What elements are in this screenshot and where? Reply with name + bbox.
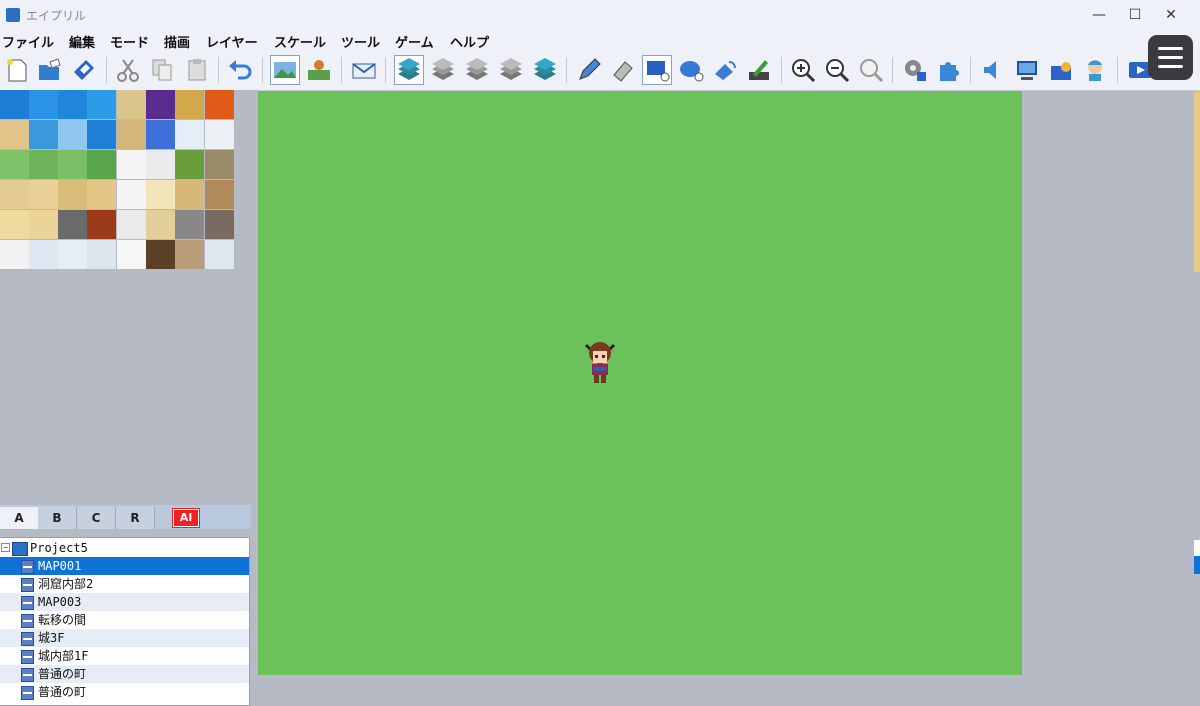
region-mode-icon[interactable] — [350, 56, 378, 84]
menu-tools[interactable]: ツール — [341, 32, 380, 51]
map-canvas[interactable] — [258, 91, 1022, 675]
hamburger-menu-icon[interactable] — [1148, 35, 1193, 80]
ai-tab-icon[interactable]: AI — [173, 509, 199, 527]
map-icon — [21, 560, 34, 574]
map-icon — [21, 632, 34, 646]
ellipse-icon[interactable] — [677, 56, 705, 84]
fill-icon[interactable] — [711, 56, 739, 84]
splitter[interactable] — [251, 90, 258, 704]
collapse-icon[interactable]: − — [1, 543, 10, 552]
map-item-map001[interactable]: MAP001 — [0, 557, 249, 575]
menu-scale[interactable]: スケール — [274, 32, 326, 51]
zoom-in-icon[interactable] — [789, 56, 817, 84]
tab-c[interactable]: C — [77, 507, 116, 529]
map-item[interactable]: 城内部1F — [0, 647, 249, 665]
paste-icon[interactable] — [183, 56, 211, 84]
map-item[interactable]: 普通の町 — [0, 665, 249, 683]
tileset-palette[interactable] — [0, 90, 234, 270]
layer-4-icon[interactable] — [497, 56, 525, 84]
character-generator-icon[interactable] — [1081, 56, 1109, 84]
right-tree-selection — [1194, 556, 1200, 574]
copy-icon[interactable] — [148, 56, 176, 84]
map-item[interactable]: 転移の間 — [0, 611, 249, 629]
layer-2-icon[interactable] — [429, 56, 457, 84]
pencil-icon[interactable] — [575, 56, 603, 84]
menu-game[interactable]: ゲーム — [395, 32, 434, 51]
layer-3-icon[interactable] — [463, 56, 491, 84]
save-project-icon[interactable] — [70, 56, 98, 84]
eraser-icon[interactable] — [609, 56, 637, 84]
sound-test-icon[interactable] — [979, 56, 1007, 84]
right-tileset-edge — [1194, 92, 1200, 272]
resource-manager-icon[interactable] — [1047, 56, 1075, 84]
zoom-out-icon[interactable] — [823, 56, 851, 84]
menu-help[interactable]: ヘルプ — [450, 32, 489, 51]
menu-mode[interactable]: モード — [110, 32, 149, 51]
menu-edit[interactable]: 編集 — [69, 32, 95, 51]
tileset-tabs: A B C R AI — [0, 505, 251, 529]
new-project-icon[interactable] — [3, 56, 31, 84]
event-mode-icon[interactable] — [305, 56, 333, 84]
left-panel: A B C R AI − Project5 MAP001 洞窟内部2 MAP00… — [0, 90, 251, 706]
map-icon — [21, 578, 34, 592]
map-icon — [21, 686, 34, 700]
map-item[interactable]: 洞窟内部2 — [0, 575, 249, 593]
title-bar: エイプリル — ☐ ✕ — [0, 0, 1200, 31]
map-tree: − Project5 MAP001 洞窟内部2 MAP003 転移の間 城3F … — [0, 537, 250, 706]
menu-bar: ファイル 編集 モード 描画 レイヤー スケール ツール ゲーム ヘルプ — [0, 31, 1200, 51]
map-item[interactable]: 城3F — [0, 629, 249, 647]
shadow-pen-icon[interactable] — [745, 56, 773, 84]
database-icon[interactable] — [901, 56, 929, 84]
rectangle-icon[interactable] — [642, 55, 672, 85]
layer-1-icon[interactable] — [394, 55, 424, 85]
menu-layer[interactable]: レイヤー — [206, 32, 258, 51]
plugin-icon[interactable] — [935, 56, 963, 84]
cut-icon[interactable] — [114, 56, 142, 84]
menu-draw[interactable]: 描画 — [164, 32, 190, 51]
tab-r[interactable]: R — [116, 507, 155, 529]
tab-a[interactable]: A — [0, 507, 39, 529]
map-icon — [21, 668, 34, 682]
project-icon — [12, 542, 28, 556]
close-button[interactable]: ✕ — [1148, 0, 1194, 31]
map-icon — [21, 614, 34, 628]
undo-icon[interactable] — [226, 56, 254, 84]
app-icon — [6, 8, 20, 22]
map-item[interactable]: MAP003 — [0, 593, 249, 611]
character-sprite-icon[interactable] — [580, 337, 620, 385]
tab-b[interactable]: B — [38, 507, 77, 529]
project-root[interactable]: − Project5 — [0, 539, 249, 557]
zoom-actual-icon[interactable] — [857, 56, 885, 84]
map-icon — [21, 650, 34, 664]
map-item[interactable]: 普通の町 — [0, 683, 249, 701]
menu-file[interactable]: ファイル — [2, 32, 54, 51]
map-icon — [21, 596, 34, 610]
open-project-icon[interactable] — [36, 56, 64, 84]
event-searcher-icon[interactable] — [1013, 56, 1041, 84]
map-mode-icon[interactable] — [270, 55, 300, 85]
layer-5-icon[interactable] — [531, 56, 559, 84]
toolbar — [0, 51, 1200, 91]
window-title: エイプリル — [26, 9, 87, 23]
